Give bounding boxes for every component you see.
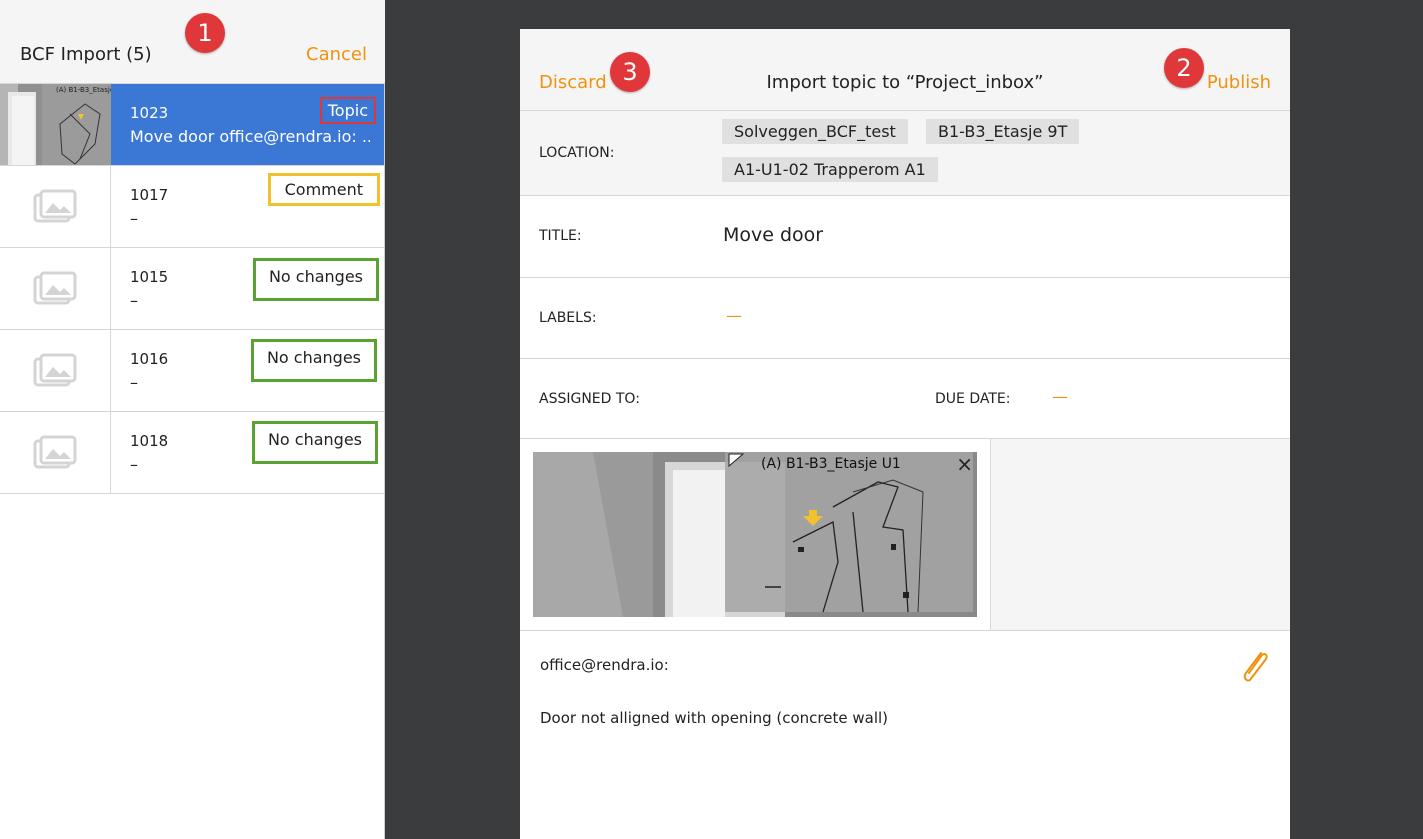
assignment-row: ASSIGNED TO: DUE DATE: — [520,359,1290,439]
cancel-button[interactable]: Cancel [306,44,367,65]
callout-1: 1 [185,13,225,53]
item-status-tag: No changes [251,421,378,464]
title-value[interactable]: Move door [723,224,823,246]
location-chip[interactable]: Solveggen_BCF_test [722,119,908,144]
publish-button[interactable]: Publish [1207,72,1271,93]
item-id: 1023 [130,104,169,122]
image-placeholder-icon [0,412,111,493]
viewpoint-snapshot[interactable]: (A) B1-B3_Etasje U1 × [533,452,977,617]
snapshot-caption: (A) B1-B3_Etasje U1 [761,456,901,472]
comment-author: office@rendra.io: [540,656,669,674]
due-date-label: DUE DATE: [935,391,1011,407]
import-list-item[interactable]: 1017 – Comment [0,166,384,248]
import-topic-dialog: Discard 3 Import topic to “Project_inbox… [520,29,1290,839]
thumb-caption: (A) B1-B3_Etasje [56,86,111,94]
due-date-value[interactable]: — [1052,387,1068,406]
dialog-header: Discard 3 Import topic to “Project_inbox… [520,29,1290,111]
item-subtitle: – [130,291,138,310]
item-status-tag: Comment [267,173,380,206]
labels-value[interactable]: — [726,306,742,325]
item-id: 1016 [130,350,169,368]
import-list-item[interactable]: (A) B1-B3_Etasje 1023 Move door office@r… [0,84,384,166]
bcf-import-panel: BCF Import (5) 1 Cancel (A) B1-B3_Etasje… [0,0,385,839]
item-subtitle: – [130,209,138,228]
location-chip[interactable]: A1-U1-02 Trapperom A1 [722,157,938,182]
import-list-item[interactable]: 1015 – No changes [0,248,384,330]
comment-text: Door not alligned with opening (concrete… [540,709,889,727]
image-placeholder-icon [0,330,111,411]
callout-2: 2 [1164,48,1204,88]
title-row: TITLE: Move door [520,196,1290,278]
location-row: LOCATION: Solveggen_BCF_test B1-B3_Etasj… [520,111,1290,196]
close-icon[interactable]: × [956,452,973,476]
paperclip-icon[interactable] [1238,647,1272,687]
item-id: 1018 [130,432,169,450]
item-id: 1017 [130,186,169,204]
image-placeholder-icon [0,248,111,329]
labels-row: LABELS: — [520,278,1290,359]
location-chip[interactable]: B1-B3_Etasje 9T [926,119,1080,144]
labels-label: LABELS: [539,310,597,326]
item-subtitle: – [130,455,138,474]
import-list-item[interactable]: 1016 – No changes [0,330,384,412]
panel-header: BCF Import (5) 1 Cancel [0,0,385,84]
location-label: LOCATION: [539,145,615,161]
item-id: 1015 [130,268,169,286]
import-list-item[interactable]: 1018 – No changes [0,412,384,494]
image-placeholder-icon [0,166,111,247]
item-status-tag: No changes [252,258,379,301]
item-subtitle: Move door office@rendra.io: ... [130,127,370,146]
item-status-tag: No changes [250,339,377,382]
panel-title: BCF Import (5) [20,44,152,65]
item-subtitle: – [130,373,138,392]
assigned-to-label: ASSIGNED TO: [539,391,640,407]
title-label: TITLE: [539,228,582,244]
snapshot-row: (A) B1-B3_Etasje U1 × [520,439,1290,631]
snapshot-side-panel [990,439,1290,630]
item-status-tag: Topic [319,97,376,124]
item-thumbnail: (A) B1-B3_Etasje [0,84,111,165]
